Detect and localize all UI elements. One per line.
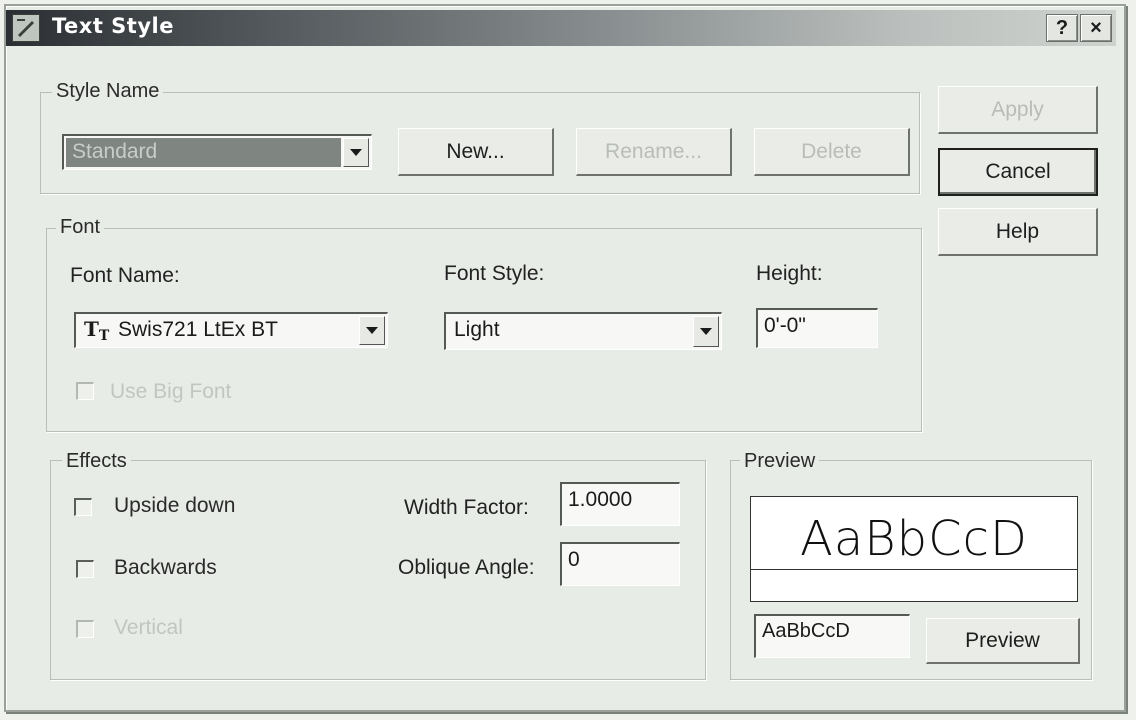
font-name-dropdown[interactable]: TT Swis721 LtEx BT	[74, 312, 388, 348]
backwards-checkbox[interactable]	[76, 560, 94, 578]
help-button[interactable]: Help	[938, 208, 1098, 256]
chevron-down-icon[interactable]	[359, 316, 385, 345]
new-style-button[interactable]: New...	[398, 128, 554, 176]
preview-sample-text: AaBbCcD	[799, 511, 1028, 567]
apply-button[interactable]: Apply	[938, 86, 1098, 134]
rename-style-button[interactable]: Rename...	[576, 128, 732, 176]
font-style-label: Font Style:	[444, 262, 545, 285]
vertical-checkbox[interactable]	[76, 620, 94, 638]
style-name-value: Standard	[72, 140, 158, 163]
font-group-label: Font	[56, 216, 105, 239]
upside-down-checkbox[interactable]	[74, 498, 92, 516]
chevron-down-icon[interactable]	[693, 316, 719, 347]
preview-baseline	[751, 569, 1077, 570]
oblique-angle-input[interactable]: 0	[560, 542, 680, 586]
app-icon	[12, 14, 40, 42]
style-name-dropdown[interactable]: Standard	[62, 134, 372, 170]
font-name-value: Swis721 LtEx BT	[118, 318, 278, 341]
height-input[interactable]: 0'-0"	[756, 308, 878, 348]
preview-text-input[interactable]: AaBbCcD	[754, 614, 910, 658]
width-factor-label: Width Factor:	[404, 496, 529, 519]
upside-down-label: Upside down	[114, 494, 236, 517]
preview-canvas: AaBbCcD	[750, 496, 1078, 602]
vertical-label: Vertical	[114, 616, 183, 639]
oblique-angle-label: Oblique Angle:	[398, 556, 535, 579]
preview-group-label: Preview	[740, 450, 820, 473]
height-label: Height:	[756, 262, 823, 285]
use-big-font-label: Use Big Font	[110, 380, 232, 403]
effects-group-label: Effects	[62, 450, 131, 473]
font-style-value: Light	[454, 318, 500, 341]
font-style-dropdown[interactable]: Light	[444, 312, 722, 350]
chevron-down-icon[interactable]	[343, 138, 369, 167]
help-titlebar-button[interactable]: ?	[1046, 14, 1078, 42]
truetype-icon: TT	[84, 317, 110, 344]
window-title: Text Style	[52, 14, 174, 38]
use-big-font-checkbox[interactable]	[76, 382, 94, 400]
backwards-label: Backwards	[114, 556, 217, 579]
width-factor-input[interactable]: 1.0000	[560, 482, 680, 526]
close-button[interactable]: ×	[1080, 14, 1112, 42]
font-name-label: Font Name:	[70, 264, 180, 287]
style-name-group-label: Style Name	[52, 80, 164, 103]
cancel-button[interactable]: Cancel	[938, 148, 1098, 196]
delete-style-button[interactable]: Delete	[754, 128, 910, 176]
preview-button[interactable]: Preview	[926, 618, 1080, 664]
title-bar[interactable]: Text Style ? ×	[6, 10, 1116, 46]
